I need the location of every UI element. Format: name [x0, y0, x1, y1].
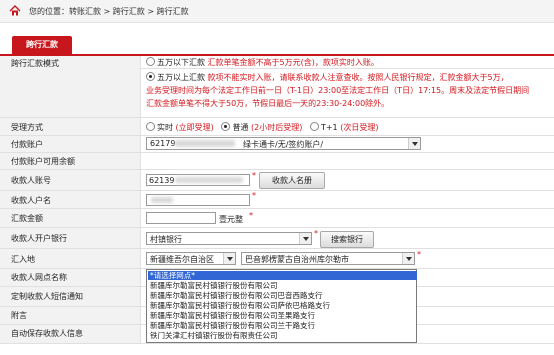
branch-option[interactable]: 铁门关津汇村镇银行股份有限责任公司	[148, 331, 417, 340]
branch-option[interactable]: 新疆库尔勒富民村镇银行股份有限公司萨依巴格路支行	[148, 301, 417, 310]
label-bank: 收款人开户银行	[11, 234, 67, 243]
label-note: 附言	[11, 311, 27, 320]
radio-normal[interactable]	[221, 122, 231, 131]
row-pay-account: 付款账户 62179 绿卡通卡/无/签约账户/	[0, 136, 554, 153]
masked-account	[175, 140, 235, 147]
tab-bar: 跨行汇款	[0, 36, 554, 56]
row-transfer-mode: 跨行汇款模式 五万以下汇款 汇款单笔金额不高于5万元(含)，款项实时入账。 五万…	[0, 56, 554, 118]
row-balance: 付款账户可用余额	[0, 153, 554, 170]
branch-option[interactable]: 新疆库尔勒富民村镇银行股份有限公司兰干路支行	[148, 321, 417, 330]
bank-select[interactable]: 村镇银行	[146, 232, 312, 245]
payee-list-button[interactable]: 收款人名册	[259, 172, 325, 189]
chevron-down-icon[interactable]	[408, 138, 420, 149]
required-mark: *	[417, 250, 421, 259]
row-region: 汇入地 新疆维吾尔自治区 巴音郭楞蒙古自治州库尔勒市 *	[0, 249, 554, 269]
search-bank-button[interactable]: 搜索银行	[320, 231, 374, 248]
tab-cross-bank-transfer[interactable]: 跨行汇款	[12, 36, 72, 54]
pay-account-select[interactable]: 62179 绿卡通卡/无/签约账户/	[146, 137, 421, 150]
home-icon	[9, 5, 21, 16]
radio-t1[interactable]	[309, 122, 319, 131]
label-sms: 定制收款人短信通知	[11, 292, 83, 301]
chevron-down-icon[interactable]	[402, 253, 414, 264]
required-mark: *	[314, 229, 318, 238]
label-pay-account: 付款账户	[11, 140, 43, 149]
chevron-down-icon[interactable]	[299, 233, 311, 244]
label-region: 汇入地	[11, 255, 35, 264]
option-over-50k[interactable]: 五万以上汇款 款项不能实时入账，请联系收款人注意查收。按照人民银行规定，汇款金额…	[146, 72, 509, 83]
row-bank: 收款人开户银行 村镇银行 * 搜索银行	[0, 228, 554, 249]
row-amount: 汇款金额 壹元整 *	[0, 209, 554, 228]
label-branch: 收款人网点名称	[11, 273, 67, 282]
row-payee-account: 收款人账号 62139 * 收款人名册	[0, 170, 554, 191]
required-mark: *	[249, 211, 253, 220]
label-transfer-mode: 跨行汇款模式	[11, 59, 59, 68]
over-50k-note-line2: 业务受理时间为每个法定工作日前一日（T-1日）23:00至法定工作日（T日）17…	[146, 86, 530, 95]
breadcrumb: 您的位置：转账汇款 > 跨行汇款 > 跨行汇款	[29, 7, 189, 16]
chevron-down-icon[interactable]	[223, 253, 235, 264]
required-mark: *	[252, 191, 256, 200]
branch-option[interactable]: 新疆库尔勒富民村镇银行股份有限公司圣果路支行	[148, 311, 417, 320]
payee-name-input[interactable]	[146, 194, 250, 206]
label-autosave: 自动保存收款人信息	[11, 329, 83, 338]
label-payee-account: 收款人账号	[11, 176, 51, 185]
city-select[interactable]: 巴音郭楞蒙古自治州库尔勒市	[241, 252, 415, 265]
breadcrumb-bar: 您的位置：转账汇款 > 跨行汇款 > 跨行汇款	[0, 0, 554, 23]
method-options: 实时 (立即受理) 普通 (2小时后受理) T+1 (次日受理)	[146, 122, 378, 133]
amount-in-words: 壹元整	[219, 215, 243, 224]
masked-payee-name	[151, 197, 173, 203]
label-balance: 付款账户可用余额	[11, 157, 75, 166]
branch-option[interactable]: 新疆库尔勒富民村镇银行股份有限公司	[148, 281, 417, 290]
option-under-50k[interactable]: 五万以下汇款 汇款单笔金额不高于5万元(含)，款项实时入账。	[146, 57, 379, 68]
label-method: 受理方式	[11, 123, 43, 132]
row-payee-name: 收款人户名 *	[0, 191, 554, 209]
radio-over-50k[interactable]	[146, 72, 155, 81]
over-50k-note-line3: 汇款金额单笔不得大于50万，节假日最后一天的23:30-24:00除外。	[146, 99, 390, 108]
radio-realtime[interactable]	[146, 122, 155, 131]
radio-under-50k[interactable]	[146, 57, 155, 66]
amount-input[interactable]	[146, 212, 216, 224]
branch-option[interactable]: *请选择网点*	[148, 271, 417, 280]
required-mark: *	[252, 171, 256, 180]
label-amount: 汇款金额	[11, 214, 43, 223]
payee-account-input[interactable]: 62139	[146, 174, 250, 186]
label-payee-name: 收款人户名	[11, 196, 51, 205]
province-select[interactable]: 新疆维吾尔自治区	[146, 252, 236, 265]
masked-payee-account	[175, 177, 243, 183]
branch-dropdown-list[interactable]: *请选择网点* 新疆库尔勒富民村镇银行股份有限公司 新疆库尔勒富民村镇银行股份有…	[146, 269, 417, 343]
row-method: 受理方式 实时 (立即受理) 普通 (2小时后受理) T+1 (次日受理)	[0, 118, 554, 136]
branch-option[interactable]: 新疆库尔勒富民村镇银行股份有限公司巴音西路支行	[148, 291, 417, 300]
